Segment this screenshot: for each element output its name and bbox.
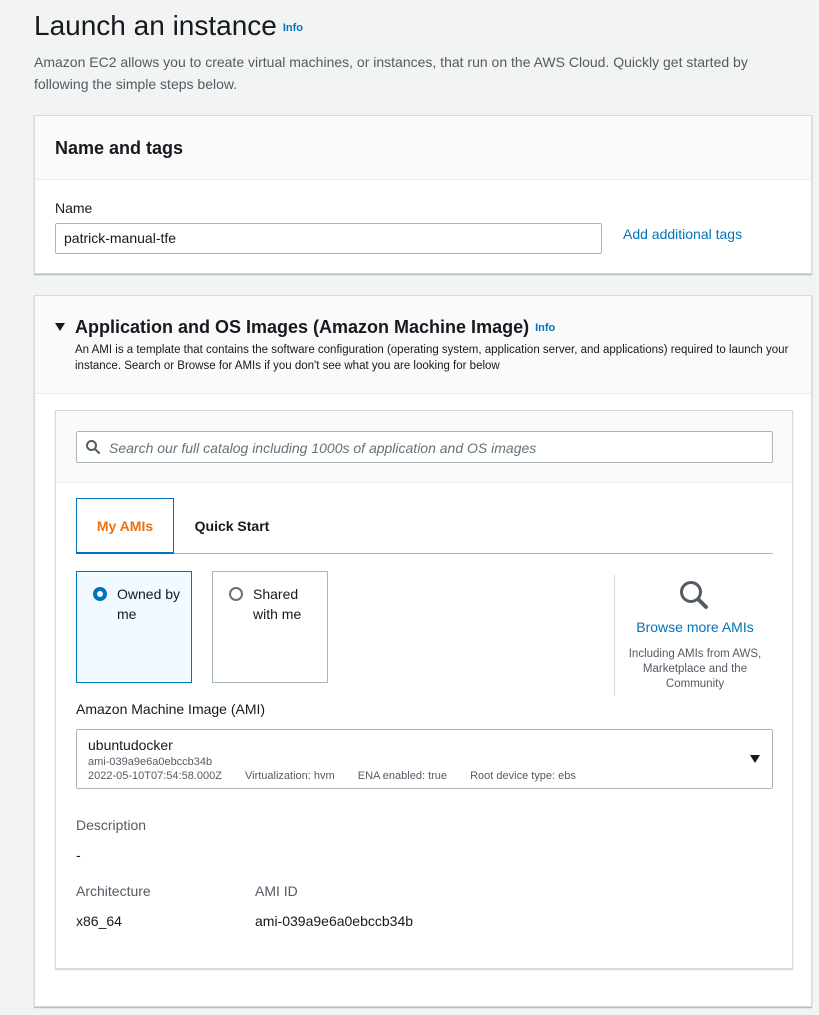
owned-by-me-label: Owned by me — [117, 586, 181, 622]
ami-panel: Application and OS Images (Amazon Machin… — [34, 295, 812, 1007]
ami-name: ubuntudocker — [88, 737, 173, 753]
ami-ena: ENA enabled: true — [357, 770, 448, 782]
info-link[interactable]: Info — [283, 22, 303, 34]
name-and-tags-panel: Name and tags Name patrick-manual-tfe Ad… — [34, 115, 812, 274]
collapse-caret-icon[interactable] — [55, 323, 65, 331]
ami-section-title: Application and OS Images (Amazon Machin… — [75, 317, 555, 338]
name-label: Name — [55, 200, 93, 216]
magnifier-icon — [680, 581, 708, 609]
page-title-text: Launch an instance — [34, 10, 277, 41]
ami-date: 2022-05-10T07:54:58.000Z — [88, 770, 222, 782]
caret-down-icon[interactable] — [750, 755, 760, 763]
radio-unselected[interactable] — [229, 587, 243, 601]
shared-with-me-label: Shared with me — [253, 586, 302, 622]
panel-header: Name and tags — [35, 116, 811, 180]
tab-quick-start[interactable]: Quick Start — [174, 498, 290, 554]
owned-by-me-option[interactable]: Owned by me — [76, 571, 192, 683]
architecture-value: x86_64 — [76, 913, 122, 929]
tab-my-amis[interactable]: My AMIs — [76, 498, 174, 554]
ami-section-title-text: Application and OS Images (Amazon Machin… — [75, 317, 530, 337]
ami-section-description: An AMI is a template that contains the s… — [75, 344, 789, 372]
name-and-tags-title: Name and tags — [55, 138, 184, 158]
ami-id-label: AMI ID — [255, 883, 298, 899]
ami-panel-header: Application and OS Images (Amazon Machin… — [35, 296, 811, 394]
ami-select-label: Amazon Machine Image (AMI) — [76, 701, 266, 717]
description-label: Description — [76, 817, 147, 833]
ami-meta: 2022-05-10T07:54:58.000Z Virtualization:… — [88, 770, 596, 782]
search-icon — [86, 440, 100, 454]
ami-info-link[interactable]: Info — [535, 322, 555, 334]
ami-virtualization: Virtualization: hvm — [245, 770, 335, 782]
description-value: - — [76, 847, 81, 863]
ami-search-input[interactable]: Search our full catalog including 1000s … — [76, 431, 773, 463]
ami-id-value: ami-039a9e6a0ebccb34b — [255, 913, 414, 929]
ami-root-device: Root device type: ebs — [470, 770, 576, 782]
search-placeholder: Search our full catalog including 1000s … — [109, 440, 537, 456]
name-input[interactable]: patrick-manual-tfe — [55, 223, 602, 254]
page-description: Amazon EC2 allows you to create virtual … — [34, 54, 748, 92]
browse-more-amis-subtext: Including AMIs from AWS, Marketplace and… — [628, 648, 762, 690]
radio-selected[interactable] — [93, 587, 107, 601]
architecture-label: Architecture — [76, 883, 151, 899]
ami-select[interactable]: ubuntudocker ami-039a9e6a0ebccb34b 2022-… — [76, 729, 773, 789]
ami-id-small: ami-039a9e6a0ebccb34b — [88, 756, 213, 768]
shared-with-me-option[interactable]: Shared with me — [212, 571, 328, 683]
ami-search-header: Search our full catalog including 1000s … — [56, 411, 792, 483]
browse-more-amis-link[interactable]: Browse more AMIs — [615, 619, 775, 635]
ami-selector-container: Search our full catalog including 1000s … — [55, 410, 793, 969]
page-title: Launch an instance Info — [34, 10, 303, 42]
browse-more-amis: Browse more AMIs Including AMIs from AWS… — [614, 575, 774, 696]
add-additional-tags-link[interactable]: Add additional tags — [623, 226, 742, 242]
